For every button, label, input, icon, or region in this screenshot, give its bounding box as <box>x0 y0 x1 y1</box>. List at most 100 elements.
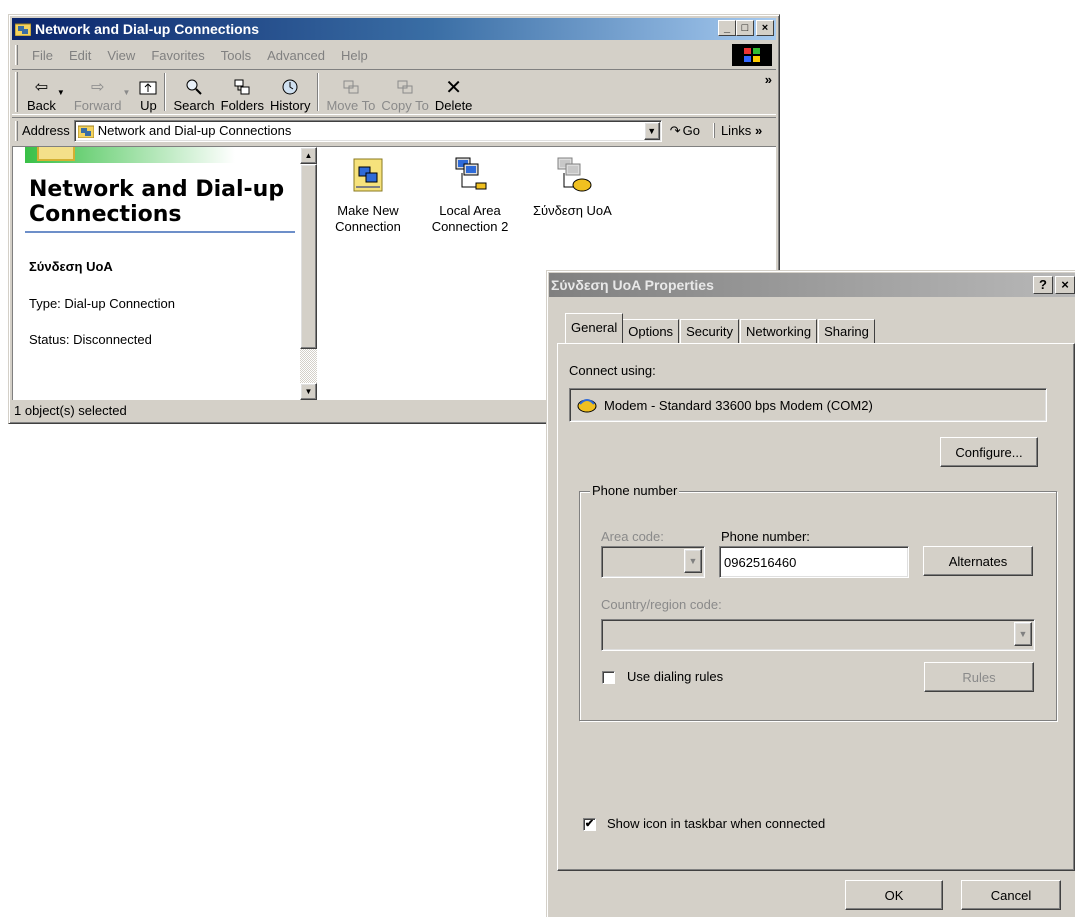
search-icon <box>185 76 203 98</box>
area-code-label: Area code: <box>601 529 664 544</box>
back-dropdown-icon[interactable]: ▼ <box>57 88 65 97</box>
alternates-button[interactable]: Alternates <box>923 546 1033 576</box>
pane-title: Network and Dial-up Connections <box>29 177 285 227</box>
toolbar-more-chevron-icon[interactable]: » <box>765 72 772 87</box>
dialog-title: Σύνδεση UoA Properties <box>551 277 714 293</box>
explorer-titlebar[interactable]: Network and Dial-up Connections _ □ × <box>12 18 776 40</box>
tab-options[interactable]: Options <box>622 319 680 343</box>
configure-button[interactable]: Configure... <box>940 437 1038 467</box>
tab-networking[interactable]: Networking <box>740 319 818 343</box>
show-icon-checkbox[interactable]: ✔ <box>583 818 596 831</box>
country-region-select[interactable]: ▼ <box>601 619 1035 651</box>
delete-button[interactable]: ✕ Delete <box>432 71 476 114</box>
folders-icon <box>233 76 251 98</box>
use-dialing-rules-checkbox[interactable] <box>602 671 615 684</box>
toolbar-grip[interactable] <box>15 72 18 112</box>
web-view-pane: Network and Dial-up Connections Σύνδεση … <box>13 147 298 400</box>
tab-general[interactable]: General <box>565 313 624 343</box>
explorer-title: Network and Dial-up Connections <box>35 21 260 37</box>
forward-arrow-icon: ⇨ <box>90 79 105 96</box>
address-bar: Address Network and Dial-up Connections … <box>12 117 776 143</box>
address-dropdown-icon[interactable]: ▼ <box>643 121 660 140</box>
menu-file[interactable]: File <box>24 48 61 63</box>
tab-sharing[interactable]: Sharing <box>818 319 875 343</box>
toolbar-separator <box>317 73 320 111</box>
scroll-down-icon[interactable]: ▼ <box>300 383 317 400</box>
country-dropdown-icon[interactable]: ▼ <box>1014 622 1032 646</box>
history-button[interactable]: History <box>267 71 313 113</box>
scroll-up-icon[interactable]: ▲ <box>300 147 317 164</box>
uoa-connection-item[interactable]: Σύνδεση UoA <box>527 147 617 219</box>
network-folder-icon <box>15 23 31 36</box>
go-button[interactable]: ↷ Go <box>670 123 700 139</box>
maximize-button[interactable]: □ <box>736 20 754 36</box>
address-field[interactable]: Network and Dial-up Connections ▼ <box>73 119 662 142</box>
move-to-button[interactable]: Move To <box>323 71 378 113</box>
cancel-button[interactable]: Cancel <box>961 880 1061 910</box>
menu-grip[interactable] <box>15 45 18 65</box>
windows-logo-icon <box>732 44 772 66</box>
folders-button[interactable]: Folders <box>218 71 267 113</box>
area-code-dropdown-icon[interactable]: ▼ <box>684 549 702 573</box>
menu-edit[interactable]: Edit <box>61 48 99 63</box>
back-arrow-icon: ⇦ <box>34 79 49 96</box>
help-button[interactable]: ? <box>1033 276 1053 294</box>
tab-strip: General Options Security Networking Shar… <box>565 313 876 343</box>
toolbar-separator <box>164 73 167 111</box>
close-button[interactable]: × <box>756 20 774 36</box>
connection-type: Type: Dial-up Connection <box>29 296 175 311</box>
phone-number-input[interactable]: 0962516460 <box>719 546 909 578</box>
menu-help[interactable]: Help <box>333 48 376 63</box>
menu-favorites[interactable]: Favorites <box>143 48 212 63</box>
go-label: Go <box>682 123 700 138</box>
menu-advanced[interactable]: Advanced <box>259 48 333 63</box>
history-label: History <box>270 98 311 113</box>
dialup-connection-icon <box>527 147 617 203</box>
move-to-label: Move To <box>326 98 376 113</box>
links-button[interactable]: Links » <box>713 123 762 138</box>
rules-button[interactable]: Rules <box>924 662 1034 692</box>
search-label: Search <box>173 98 215 113</box>
make-new-connection-item[interactable]: Make New Connection <box>323 147 413 235</box>
area-code-select[interactable]: ▼ <box>601 546 705 578</box>
ok-button[interactable]: OK <box>845 880 943 910</box>
network-folder-icon <box>37 147 75 161</box>
forward-dropdown-icon[interactable]: ▼ <box>123 88 131 97</box>
use-dialing-rules-label[interactable]: Use dialing rules <box>627 669 723 684</box>
uoa-connection-label: Σύνδεση UoA <box>533 203 612 218</box>
status-text: 1 object(s) selected <box>14 402 127 418</box>
scroll-thumb[interactable] <box>300 164 317 349</box>
forward-label: Forward <box>73 98 122 113</box>
tab-security[interactable]: Security <box>680 319 740 343</box>
show-icon-label[interactable]: Show icon in taskbar when connected <box>607 816 825 831</box>
make-new-connection-icon <box>323 147 413 203</box>
phone-number-label: Phone number: <box>721 529 810 544</box>
menu-view[interactable]: View <box>99 48 143 63</box>
copy-to-button[interactable]: Copy To <box>378 71 431 113</box>
links-label: Links <box>720 123 752 138</box>
up-button[interactable]: Up <box>136 71 160 113</box>
menu-bar: File Edit View Favorites Tools Advanced … <box>12 43 776 67</box>
address-grip[interactable] <box>15 120 18 141</box>
device-name: Modem - Standard 33600 bps Modem (COM2) <box>604 397 873 413</box>
modem-icon <box>577 399 597 413</box>
search-button[interactable]: Search <box>170 71 217 113</box>
connection-status: Status: Disconnected <box>29 332 152 347</box>
up-label: Up <box>140 98 157 113</box>
make-new-connection-label: Make New Connection <box>335 203 401 234</box>
go-arrow-icon: ↷ <box>669 122 681 138</box>
vertical-scrollbar[interactable]: ▲ ▼ <box>300 147 317 400</box>
dialog-close-button[interactable]: × <box>1055 276 1075 294</box>
properties-dialog: Σύνδεση UoA Properties ? × General Optio… <box>546 270 1075 917</box>
forward-button[interactable]: ⇨ Forward <box>71 71 125 113</box>
minimize-button[interactable]: _ <box>718 20 736 36</box>
dialog-titlebar[interactable]: Σύνδεση UoA Properties ? × <box>549 273 1075 297</box>
local-area-connection-item[interactable]: Local Area Connection 2 <box>425 147 515 235</box>
address-value: Network and Dial-up Connections <box>97 123 292 138</box>
device-list[interactable]: Modem - Standard 33600 bps Modem (COM2) <box>569 388 1047 422</box>
history-clock-icon <box>281 76 299 98</box>
menu-tools[interactable]: Tools <box>213 48 259 63</box>
country-region-label: Country/region code: <box>601 597 722 612</box>
back-button[interactable]: ⇦ Back <box>24 71 59 113</box>
delete-x-icon: ✕ <box>445 76 462 99</box>
